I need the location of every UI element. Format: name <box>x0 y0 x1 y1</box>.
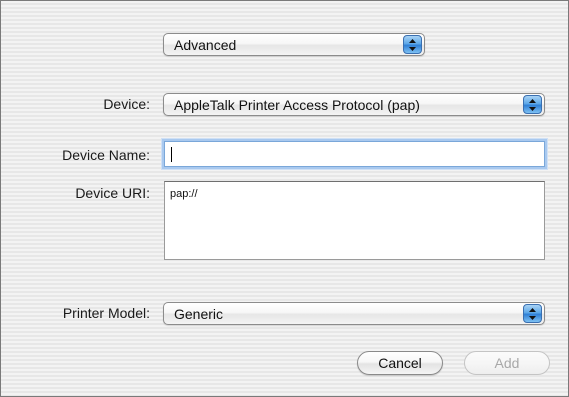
up-down-arrows-icon <box>523 304 542 323</box>
mode-popup[interactable]: Advanced <box>163 33 425 56</box>
device-uri-value: pap:// <box>170 188 198 200</box>
cancel-button[interactable]: Cancel <box>357 351 443 375</box>
up-down-arrows-icon <box>523 95 542 114</box>
printer-model-popup-value: Generic <box>174 306 224 322</box>
printer-model-label: Printer Model: <box>62 305 150 321</box>
device-uri-field[interactable]: pap:// <box>164 181 545 260</box>
text-caret <box>171 147 172 162</box>
add-button[interactable]: Add <box>464 351 550 375</box>
device-name-label: Device Name: <box>62 147 150 163</box>
device-label: Device: <box>103 96 150 112</box>
add-printer-sheet: Advanced Device: AppleTalk Printer Acces… <box>0 0 569 397</box>
device-uri-label: Device URI: <box>75 185 150 201</box>
device-popup-value: AppleTalk Printer Access Protocol (pap) <box>174 97 420 113</box>
printer-model-popup[interactable]: Generic <box>163 302 545 325</box>
mode-popup-value: Advanced <box>174 37 237 53</box>
up-down-arrows-icon <box>403 35 422 54</box>
device-popup[interactable]: AppleTalk Printer Access Protocol (pap) <box>163 93 545 116</box>
device-name-field[interactable] <box>164 141 545 167</box>
